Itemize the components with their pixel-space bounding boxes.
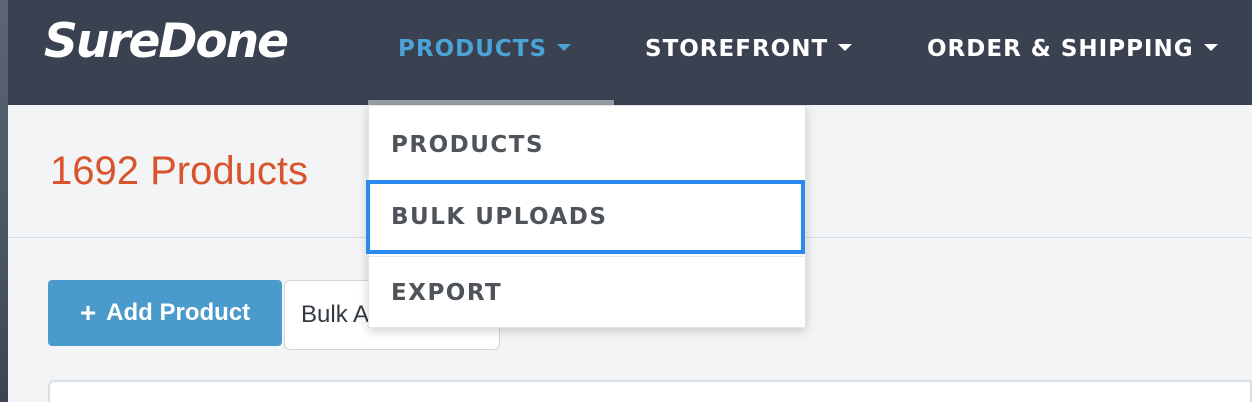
- menu-item-export[interactable]: EXPORT: [369, 256, 807, 330]
- nav-storefront-label: STOREFRONT: [645, 36, 829, 62]
- suredone-logo[interactable]: SureDone: [44, 14, 289, 69]
- nav-storefront[interactable]: STOREFRONT: [645, 36, 853, 62]
- add-product-button[interactable]: + Add Product: [48, 280, 282, 346]
- menu-item-products[interactable]: PRODUCTS: [369, 108, 807, 182]
- nav-order-shipping[interactable]: ORDER & SHIPPING: [927, 36, 1218, 62]
- products-dropdown-menu: PRODUCTS BULK UPLOADS EXPORT: [368, 105, 807, 330]
- nav-products-label: PRODUCTS: [398, 36, 548, 62]
- menu-item-bulk-uploads[interactable]: BULK UPLOADS: [369, 180, 807, 254]
- plus-icon: +: [79, 297, 97, 328]
- window-edge: [0, 0, 8, 402]
- caret-down-icon: [1203, 44, 1218, 51]
- page-title: 1692 Products: [50, 149, 308, 193]
- add-product-label: Add Product: [106, 299, 251, 326]
- top-navbar: SureDone PRODUCTS STOREFRONT ORDER & SHI…: [8, 0, 1252, 105]
- caret-down-icon: [838, 44, 853, 51]
- nav-order-shipping-label: ORDER & SHIPPING: [927, 36, 1194, 62]
- caret-down-icon: [557, 44, 572, 51]
- products-table-panel: [48, 380, 1252, 402]
- bulk-actions-label: Bulk A: [301, 301, 370, 328]
- nav-products[interactable]: PRODUCTS: [398, 36, 572, 62]
